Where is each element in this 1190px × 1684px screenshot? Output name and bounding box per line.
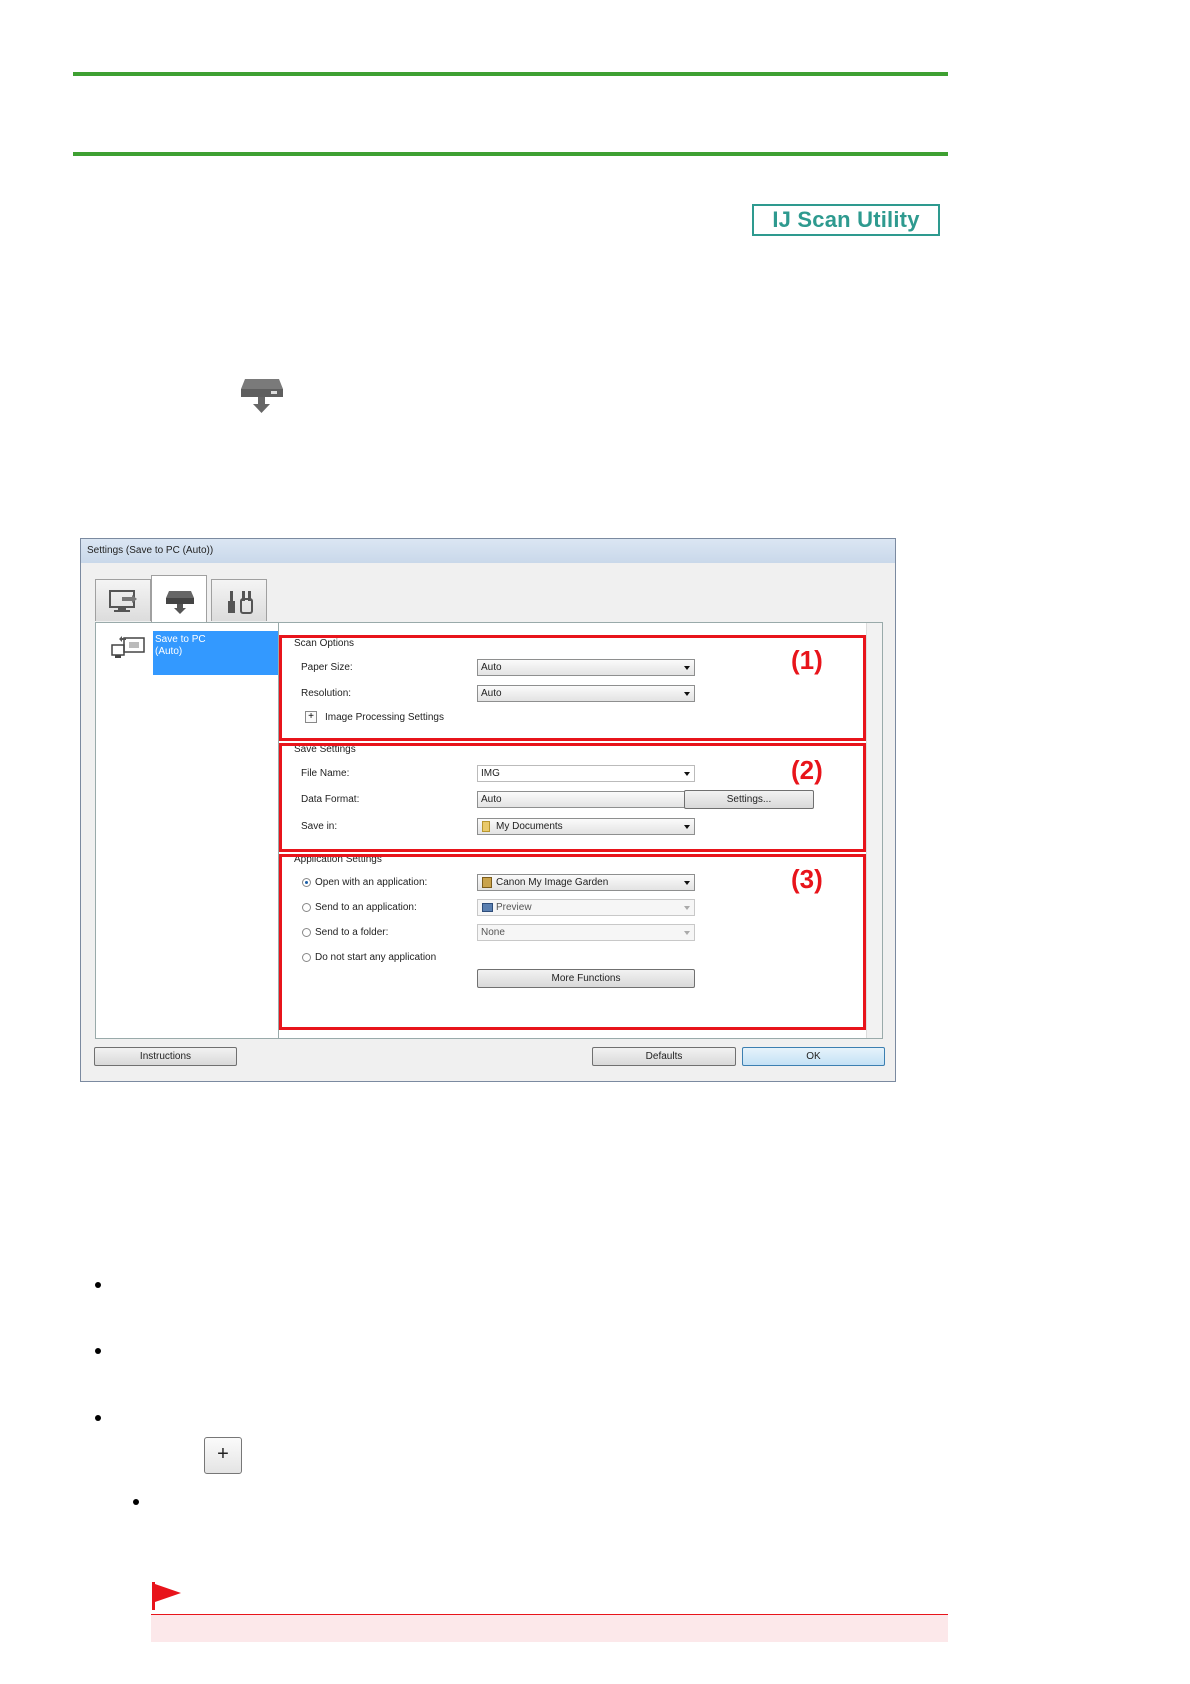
ij-scan-utility-badge: IJ Scan Utility [752, 204, 940, 236]
scan-from-operation-panel-icon [166, 591, 194, 614]
expand-plus-icon: + [204, 1437, 242, 1474]
callout-box-3 [279, 854, 866, 1030]
header-bottom-rule [73, 152, 948, 156]
callout-box-2 [279, 743, 866, 852]
callout-box-1 [279, 635, 866, 741]
settings-dialog: Settings (Save to PC (Auto)) Save to PC … [80, 538, 896, 1082]
instructions-button[interactable]: Instructions [94, 1047, 237, 1066]
important-box [151, 1614, 948, 1642]
top-rule [73, 72, 948, 76]
callout-label-1: (1) [791, 645, 823, 675]
ok-button[interactable]: OK [742, 1047, 885, 1066]
save-to-pc-auto-icon [111, 636, 145, 658]
callout-label-3: (3) [791, 864, 823, 894]
scan-from-computer-icon [109, 590, 137, 612]
sub-bullet [133, 1499, 139, 1505]
bullet-3 [95, 1415, 101, 1421]
list-item-label-line2: (Auto) [155, 646, 183, 657]
job-list-panel: Save to PC (Auto) [95, 622, 279, 1039]
dialog-titlebar: Settings (Save to PC (Auto)) [81, 539, 895, 563]
dialog-title: Settings (Save to PC (Auto)) [87, 545, 214, 556]
list-item-label-line1: Save to PC [155, 634, 206, 645]
scan-from-operation-panel-icon [241, 379, 283, 413]
tab-scan-from-computer[interactable] [95, 579, 151, 621]
defaults-button[interactable]: Defaults [592, 1047, 736, 1066]
important-flag-icon [152, 1582, 181, 1610]
tab-general-settings[interactable] [211, 579, 267, 621]
callout-label-2: (2) [791, 755, 823, 785]
list-item-save-to-pc-auto[interactable]: Save to PC (Auto) [153, 631, 279, 675]
vertical-scrollbar[interactable] [866, 623, 882, 1038]
bullet-2 [95, 1348, 101, 1354]
bullet-1 [95, 1282, 101, 1288]
general-settings-icon [228, 591, 253, 614]
tab-scan-from-operation-panel[interactable] [151, 575, 207, 622]
